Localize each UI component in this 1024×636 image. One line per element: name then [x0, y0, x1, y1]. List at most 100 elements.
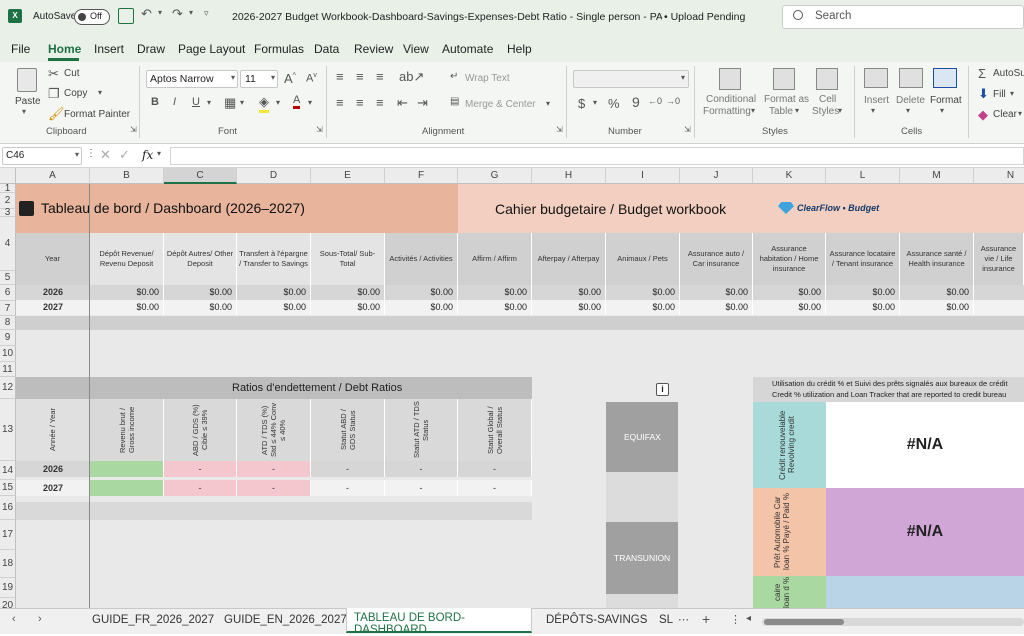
- tab-guide-en[interactable]: GUIDE_EN_2026_2027: [224, 614, 347, 626]
- column-header[interactable]: F: [385, 168, 458, 184]
- insert-function-icon[interactable]: fx: [142, 148, 153, 162]
- decrease-decimal-icon[interactable]: →0: [666, 96, 680, 106]
- autosave-toggle[interactable]: Off: [74, 9, 110, 25]
- dashboard-value-cell[interactable]: $0.00: [826, 300, 900, 315]
- decrease-font-icon[interactable]: Av: [306, 72, 317, 85]
- format-as-table-dropdown-icon[interactable]: ▾: [795, 106, 799, 115]
- dashboard-year-cell[interactable]: 2027: [16, 300, 90, 315]
- row-header[interactable]: 7: [0, 301, 16, 316]
- conditional-formatting-icon[interactable]: [719, 68, 741, 90]
- scroll-tabs-left-icon[interactable]: ‹: [12, 613, 16, 625]
- ratio-value-cell[interactable]: -: [311, 461, 385, 477]
- column-header[interactable]: E: [311, 168, 385, 184]
- column-header[interactable]: I: [606, 168, 680, 184]
- copy-button[interactable]: Copy: [64, 88, 87, 99]
- formula-input[interactable]: [170, 147, 1024, 165]
- scroll-tabs-right-icon[interactable]: ›: [38, 613, 42, 625]
- dashboard-value-cell[interactable]: $0.00: [680, 285, 753, 300]
- scroll-left-icon[interactable]: ◂: [746, 613, 751, 624]
- paste-icon[interactable]: [17, 68, 37, 92]
- cancel-entry-icon[interactable]: ✕: [100, 147, 111, 163]
- dashboard-value-cell[interactable]: $0.00: [753, 285, 826, 300]
- merge-center-button[interactable]: Merge & Center: [465, 99, 536, 110]
- fill-button[interactable]: Fill: [993, 89, 1006, 100]
- row-header[interactable]: 11: [0, 362, 16, 377]
- column-header[interactable]: G: [458, 168, 532, 184]
- format-cells-button[interactable]: Format: [930, 95, 962, 106]
- dashboard-value-cell[interactable]: $0.00: [90, 285, 164, 300]
- number-format-select[interactable]: ▾: [573, 70, 689, 88]
- column-header[interactable]: B: [90, 168, 164, 184]
- row-header[interactable]: 4: [0, 217, 16, 271]
- info-icon[interactable]: i: [656, 383, 669, 396]
- format-as-table-button[interactable]: Format as: [764, 94, 809, 105]
- name-box[interactable]: C46 ▾: [2, 147, 82, 165]
- cut-icon[interactable]: ✂: [48, 66, 59, 82]
- row-header[interactable]: 20: [0, 598, 16, 608]
- align-left-icon[interactable]: ≡: [336, 95, 344, 110]
- undo-icon[interactable]: ↶: [141, 6, 152, 22]
- menu-home[interactable]: Home: [48, 42, 81, 56]
- align-center-icon[interactable]: ≡: [356, 95, 364, 110]
- row-header[interactable]: 15: [0, 480, 16, 496]
- tab-deposits-savings[interactable]: DÉPÔTS-SAVINGS: [546, 614, 647, 626]
- ratio-value-cell[interactable]: -: [458, 480, 532, 496]
- search-box[interactable]: Search: [782, 5, 1024, 29]
- currency-dropdown-icon[interactable]: ▾: [593, 98, 597, 107]
- add-sheet-icon[interactable]: +: [702, 611, 710, 627]
- align-top-icon[interactable]: ≡: [336, 69, 344, 84]
- row-header[interactable]: 19: [0, 578, 16, 598]
- borders-dropdown-icon[interactable]: ▾: [240, 98, 244, 107]
- menu-page-layout[interactable]: Page Layout: [178, 42, 245, 56]
- row-header[interactable]: 17: [0, 520, 16, 550]
- column-header[interactable]: L: [826, 168, 900, 184]
- format-cells-icon[interactable]: [933, 68, 957, 88]
- dashboard-value-cell[interactable]: $0.00: [311, 300, 385, 315]
- insert-cells-icon[interactable]: [864, 68, 888, 88]
- fill-icon[interactable]: ⬇: [978, 86, 989, 102]
- underline-dropdown-icon[interactable]: ▾: [207, 98, 211, 107]
- dashboard-value-cell[interactable]: $0.00: [606, 300, 680, 315]
- cell-styles-button[interactable]: Cell: [819, 94, 836, 105]
- conditional-formatting-button[interactable]: Conditional: [706, 94, 756, 105]
- dashboard-value-cell[interactable]: $0.00: [385, 285, 458, 300]
- bold-icon[interactable]: B: [151, 96, 159, 108]
- row-header[interactable]: 14: [0, 461, 16, 480]
- menu-view[interactable]: View: [403, 42, 429, 56]
- column-header[interactable]: H: [532, 168, 606, 184]
- fill-color-dropdown-icon[interactable]: ▾: [276, 98, 280, 107]
- currency-icon[interactable]: $: [578, 96, 585, 111]
- dashboard-value-cell[interactable]: $0.00: [90, 300, 164, 315]
- row-header[interactable]: 1: [0, 184, 16, 194]
- cut-button[interactable]: Cut: [64, 68, 80, 79]
- menu-help[interactable]: Help: [507, 42, 532, 56]
- fill-dropdown-icon[interactable]: ▾: [1010, 89, 1014, 98]
- dashboard-value-cell[interactable]: $0.00: [164, 300, 237, 315]
- row-header[interactable]: 16: [0, 496, 16, 520]
- copy-icon[interactable]: ❐: [48, 86, 60, 102]
- dashboard-value-cell[interactable]: $0.00: [826, 285, 900, 300]
- spreadsheet-grid[interactable]: ABCDEFGHIJKLMN 1 2 3 4 5 6 7 8 9 10 11 12 13 14 15 16 17…: [0, 168, 1024, 608]
- ratio-value-cell[interactable]: -: [237, 461, 311, 477]
- dashboard-value-cell[interactable]: $0.00: [237, 300, 311, 315]
- format-painter-button[interactable]: Format Painter: [64, 109, 130, 120]
- increase-font-icon[interactable]: A^: [284, 71, 296, 86]
- increase-indent-icon[interactable]: ⇥: [417, 95, 428, 111]
- confirm-entry-icon[interactable]: ✓: [119, 147, 130, 163]
- menu-formulas[interactable]: Formulas: [254, 42, 304, 56]
- more-tabs-icon[interactable]: ⋯: [678, 613, 689, 626]
- orientation-icon[interactable]: ab↗: [399, 69, 424, 85]
- format-dropdown-icon[interactable]: ▾: [940, 106, 944, 115]
- format-as-table-icon[interactable]: [773, 68, 795, 90]
- dashboard-value-cell[interactable]: $0.00: [237, 285, 311, 300]
- merge-center-icon[interactable]: ▤: [450, 96, 459, 107]
- column-header[interactable]: M: [900, 168, 974, 184]
- paste-dropdown-icon[interactable]: ▾: [22, 107, 26, 116]
- menu-data[interactable]: Data: [314, 42, 339, 56]
- dashboard-value-cell[interactable]: $0.00: [164, 285, 237, 300]
- menu-automate[interactable]: Automate: [442, 42, 493, 56]
- ratio-year-cell[interactable]: 2026: [16, 461, 90, 477]
- insert-cells-button[interactable]: Insert: [864, 95, 889, 106]
- ratio-value-cell[interactable]: -: [164, 480, 237, 496]
- font-color-dropdown-icon[interactable]: ▾: [308, 98, 312, 107]
